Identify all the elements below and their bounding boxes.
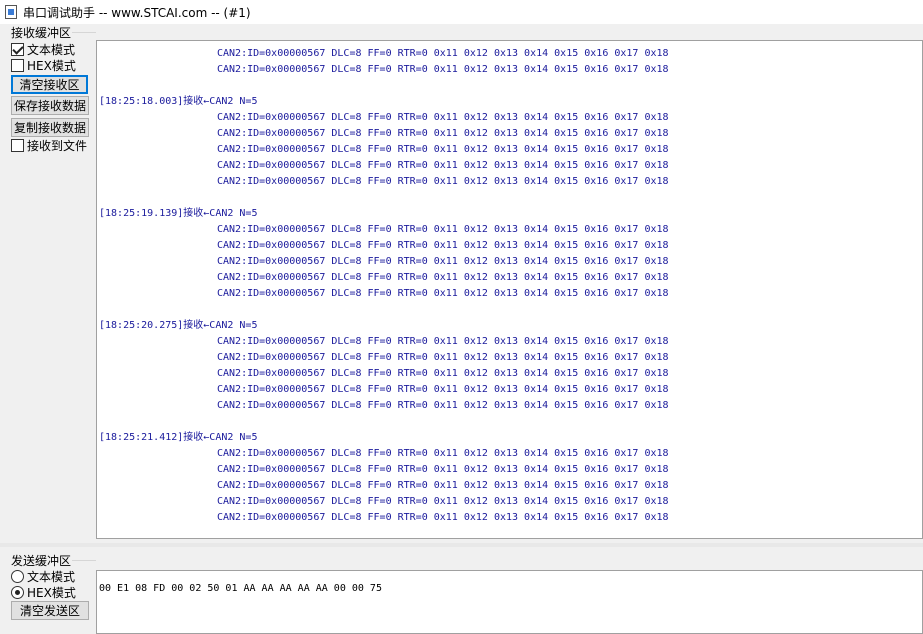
copy-receive-button[interactable]: 复制接收数据 xyxy=(11,118,89,137)
receive-frame-line: CAN2:ID=0x00000567 DLC=8 FF=0 RTR=0 0x11… xyxy=(217,160,669,171)
receive-blank-line xyxy=(99,78,669,94)
receive-blank-line xyxy=(99,190,669,206)
send-hex-mode-label: HEX模式 xyxy=(27,585,76,600)
receive-frame-line: CAN2:ID=0x00000567 DLC=8 FF=0 RTR=0 0x11… xyxy=(217,144,669,155)
receive-frame-line: CAN2:ID=0x00000567 DLC=8 FF=0 RTR=0 0x11… xyxy=(217,256,669,267)
receive-header-line: [18:25:20.275]接收←CAN2 N=5 xyxy=(99,320,258,331)
receive-frame-line: CAN2:ID=0x00000567 DLC=8 FF=0 RTR=0 0x11… xyxy=(217,512,669,523)
check-icon xyxy=(11,42,24,56)
checkbox-icon xyxy=(11,58,24,72)
receive-frame-line: CAN2:ID=0x00000567 DLC=8 FF=0 RTR=0 0x11… xyxy=(217,64,669,75)
splitter[interactable] xyxy=(0,543,923,547)
receive-frame-line: CAN2:ID=0x00000567 DLC=8 FF=0 RTR=0 0x11… xyxy=(217,368,669,379)
save-receive-button[interactable]: 保存接收数据 xyxy=(11,96,89,115)
clear-send-button[interactable]: 清空发送区 xyxy=(11,601,89,620)
receive-frame-line: CAN2:ID=0x00000567 DLC=8 FF=0 RTR=0 0x11… xyxy=(217,128,669,139)
receive-frame-line: CAN2:ID=0x00000567 DLC=8 FF=0 RTR=0 0x11… xyxy=(217,496,669,507)
receive-frame-line: CAN2:ID=0x00000567 DLC=8 FF=0 RTR=0 0x11… xyxy=(217,384,669,395)
receive-blank-line xyxy=(99,302,669,318)
title-bar: 串口调试助手 -- www.STCAI.com -- (#1) xyxy=(0,0,923,24)
send-hex-mode-radio[interactable]: HEX模式 xyxy=(11,584,76,600)
clear-receive-button[interactable]: 清空接收区 xyxy=(11,75,88,94)
send-text-mode-label: 文本模式 xyxy=(27,569,76,584)
window-title: 串口调试助手 -- www.STCAI.com -- (#1) xyxy=(23,5,251,20)
receive-frame-line: CAN2:ID=0x00000567 DLC=8 FF=0 RTR=0 0x11… xyxy=(217,400,669,411)
send-text-mode-radio[interactable]: 文本模式 xyxy=(11,568,75,584)
radio-icon xyxy=(11,569,24,583)
receive-to-file-checkbox[interactable]: 接收到文件 xyxy=(11,137,87,153)
receive-frame-line: CAN2:ID=0x00000567 DLC=8 FF=0 RTR=0 0x11… xyxy=(217,176,669,187)
receive-frame-line: CAN2:ID=0x00000567 DLC=8 FF=0 RTR=0 0x11… xyxy=(217,288,669,299)
receive-to-file-label: 接收到文件 xyxy=(27,138,88,153)
receive-frame-line: CAN2:ID=0x00000567 DLC=8 FF=0 RTR=0 0x11… xyxy=(217,336,669,347)
receive-log: CAN2:ID=0x00000567 DLC=8 FF=0 RTR=0 0x11… xyxy=(99,46,669,526)
receive-header-line: [18:25:19.139]接收←CAN2 N=5 xyxy=(99,208,258,219)
receive-frame-line: CAN2:ID=0x00000567 DLC=8 FF=0 RTR=0 0x11… xyxy=(217,272,669,283)
checkbox-icon xyxy=(11,138,24,152)
radio-selected-icon xyxy=(11,585,24,599)
receive-frame-line: CAN2:ID=0x00000567 DLC=8 FF=0 RTR=0 0x11… xyxy=(217,240,669,251)
receive-header-line: [18:25:21.412]接收←CAN2 N=5 xyxy=(99,432,258,443)
send-group-label: 发送缓冲区 xyxy=(10,552,73,569)
receive-group-label: 接收缓冲区 xyxy=(10,24,73,41)
receive-frame-line: CAN2:ID=0x00000567 DLC=8 FF=0 RTR=0 0x11… xyxy=(217,448,669,459)
receive-text-area[interactable]: CAN2:ID=0x00000567 DLC=8 FF=0 RTR=0 0x11… xyxy=(96,40,923,539)
receive-text-mode-label: 文本模式 xyxy=(27,42,76,57)
receive-frame-line: CAN2:ID=0x00000567 DLC=8 FF=0 RTR=0 0x11… xyxy=(217,464,669,475)
receive-frame-line: CAN2:ID=0x00000567 DLC=8 FF=0 RTR=0 0x11… xyxy=(217,48,669,59)
receive-header-line: [18:25:18.003]接收←CAN2 N=5 xyxy=(99,96,258,107)
send-text-area[interactable]: 00 E1 08 FD 00 02 50 01 AA AA AA AA AA 0… xyxy=(96,570,923,634)
receive-frame-line: CAN2:ID=0x00000567 DLC=8 FF=0 RTR=0 0x11… xyxy=(217,112,669,123)
receive-hex-mode-checkbox[interactable]: HEX模式 xyxy=(11,57,76,73)
receive-blank-line xyxy=(99,414,669,430)
receive-frame-line: CAN2:ID=0x00000567 DLC=8 FF=0 RTR=0 0x11… xyxy=(217,224,669,235)
receive-text-mode-checkbox[interactable]: 文本模式 xyxy=(11,41,75,57)
receive-hex-mode-label: HEX模式 xyxy=(27,58,76,73)
receive-frame-line: CAN2:ID=0x00000567 DLC=8 FF=0 RTR=0 0x11… xyxy=(217,352,669,363)
receive-frame-line: CAN2:ID=0x00000567 DLC=8 FF=0 RTR=0 0x11… xyxy=(217,480,669,491)
app-icon xyxy=(5,5,17,19)
send-content: 00 E1 08 FD 00 02 50 01 AA AA AA AA AA 0… xyxy=(99,583,382,594)
